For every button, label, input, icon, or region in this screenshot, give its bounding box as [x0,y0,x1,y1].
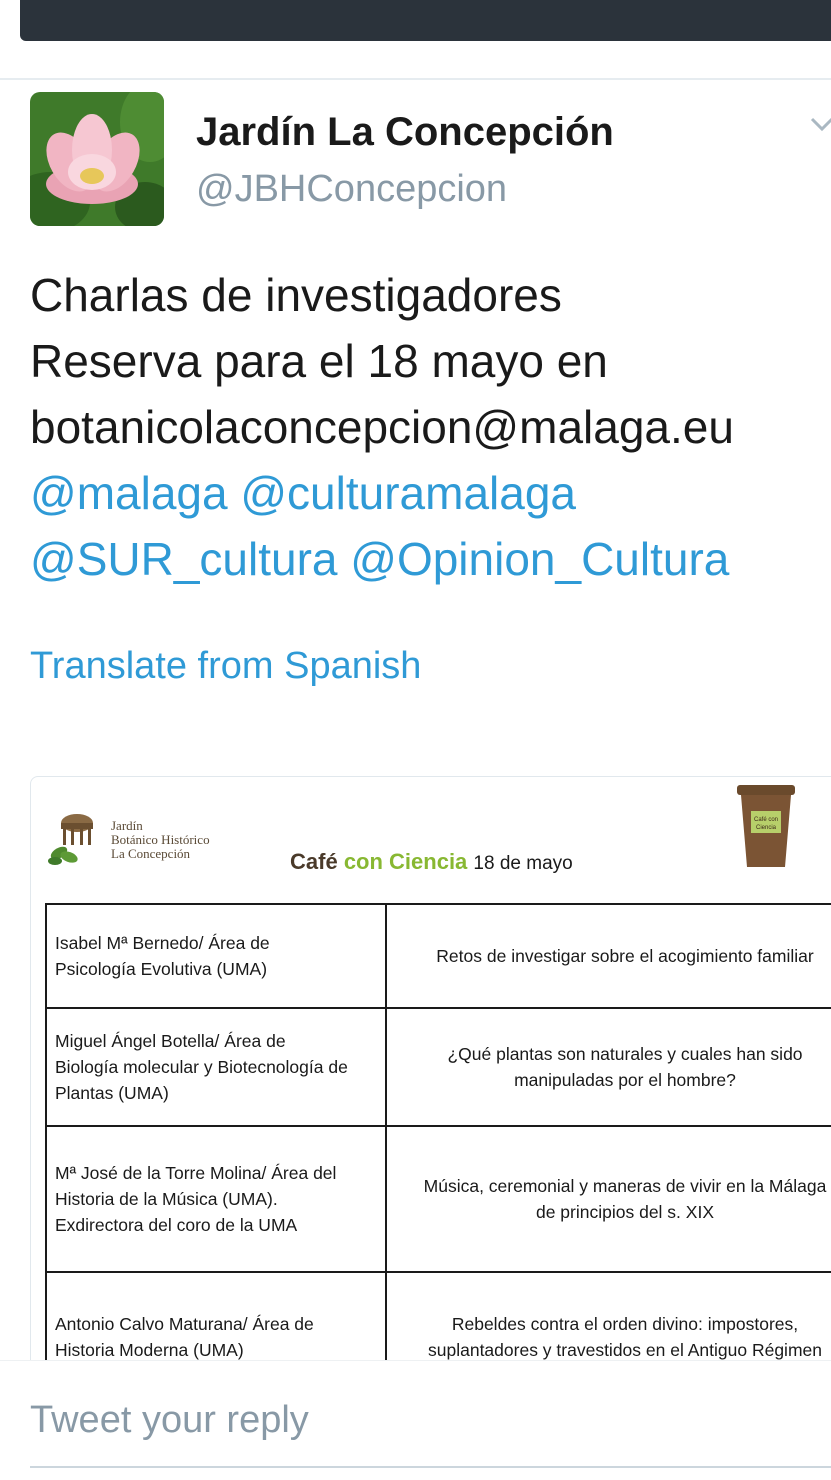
speaker-line: Historia de la Música (UMA). [55,1189,278,1209]
talk-line: de principios del s. XIX [535,1202,714,1222]
speaker-line: Antonio Calvo Maturana/ Área de [55,1314,314,1334]
mentions-line: @malaga @culturamalaga [30,460,830,526]
top-app-bar [20,0,831,41]
translate-link[interactable]: Translate from Spanish [30,645,421,688]
event-title-ciencia: con Ciencia [343,849,468,874]
table-row: Miguel Ángel Botella/ Área de Biología m… [45,1007,831,1127]
reply-bar: Tweet your reply [0,1360,831,1480]
table-row: Isabel Mª Bernedo/ Área de Psicología Ev… [45,903,831,1009]
author-name[interactable]: Jardín La Concepción [196,110,614,155]
speaker-line: Psicología Evolutiva (UMA) [55,959,268,979]
talk-cell: Música, ceremonial y maneras de vivir en… [385,1125,831,1273]
logo-line: La Concepción [111,846,191,861]
tweet-text-line: Charlas de investigadores [30,269,562,321]
logo-line: Jardín [111,818,143,833]
mentions-line: @SUR_cultura @Opinion_Cultura [30,526,830,592]
event-title-cafe: Café [290,849,338,874]
mention-link[interactable]: @culturamalaga [240,467,576,519]
tweet-text: Charlas de investigadores Reserva para e… [30,262,830,592]
speaker-cell: Miguel Ángel Botella/ Área de Biología m… [45,1007,387,1127]
talk-cell: Retos de investigar sobre el acogimiento… [385,903,831,1009]
botanical-garden-logo-icon [48,814,93,865]
talk-cell: ¿Qué plantas son naturales y cuales han … [385,1007,831,1127]
talk-line: Retos de investigar sobre el acogimiento… [436,946,814,966]
schedule-table: Isabel Mª Bernedo/ Área de Psicología Ev… [45,903,831,1377]
event-title: Café con Ciencia 18 de mayo [290,849,573,875]
mention-link[interactable]: @malaga [30,467,228,519]
lotus-flower-avatar-icon [30,92,164,226]
logo-line: Botánico Histórico [111,832,210,847]
avatar[interactable] [30,92,164,226]
speaker-line: Plantas (UMA) [55,1083,169,1103]
chevron-down-icon[interactable] [808,110,831,138]
tweet-text-line[interactable]: botanicolaconcepcion@malaga.eu [30,394,830,460]
talk-line: Rebeldes contra el orden divino: imposto… [451,1314,799,1334]
speaker-line: Miguel Ángel Botella/ Área de [55,1031,286,1051]
cup-label: Café con [754,817,778,823]
logo-text: Jardín Botánico Histórico La Concepción [111,819,210,861]
speaker-line: Mª José de la Torre Molina/ Área del [55,1163,337,1183]
reply-input[interactable]: Tweet your reply [30,1399,309,1442]
speaker-line: Biología molecular y Biotecnología de [55,1057,348,1077]
media-card[interactable]: Jardín Botánico Histórico La Concepción … [30,776,831,1378]
talk-line: ¿Qué plantas son naturales y cuales han … [447,1044,803,1064]
divider [0,78,831,80]
cup-label: Ciencia [756,825,777,831]
speaker-cell: Mª José de la Torre Molina/ Área del His… [45,1125,387,1273]
speaker-line: Exdirectora del coro de la UMA [55,1215,298,1235]
garden-logo: Jardín Botánico Histórico La Concepción [47,807,247,877]
speaker-line: Isabel Mª Bernedo/ Área de [55,933,270,953]
coffee-cup-icon: Café con Ciencia [737,785,795,867]
mention-link[interactable]: @Opinion_Cultura [350,533,729,585]
talk-line: manipuladas por el hombre? [514,1070,736,1090]
speaker-cell: Isabel Mª Bernedo/ Área de Psicología Ev… [45,903,387,1009]
mention-link[interactable]: @SUR_cultura [30,533,337,585]
reply-underline [30,1466,831,1468]
author-handle[interactable]: @JBHConcepcion [196,168,507,211]
table-row: Mª José de la Torre Molina/ Área del His… [45,1125,831,1273]
tweet-text-line: Reserva para el 18 mayo en [30,335,608,387]
event-date: 18 de mayo [473,853,573,874]
talk-line: Música, ceremonial y maneras de vivir en… [423,1176,827,1196]
